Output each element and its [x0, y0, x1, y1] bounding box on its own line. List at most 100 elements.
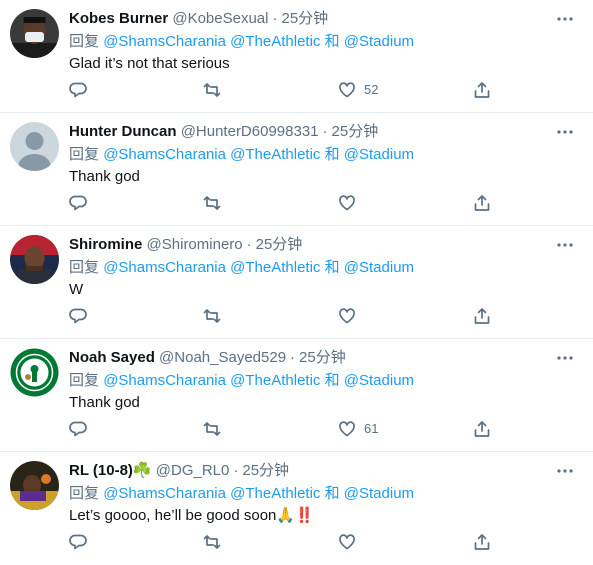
more-dots-icon [557, 130, 573, 134]
tweet-actions: 52 [69, 79, 509, 101]
share-icon [474, 421, 490, 437]
mention-link[interactable]: @Stadium [344, 259, 414, 276]
reply-conjunction: 和 [324, 259, 340, 276]
mention-link[interactable]: @Stadium [344, 146, 414, 163]
user-avatar[interactable] [10, 461, 59, 510]
mention-link[interactable]: @ShamsCharania [103, 33, 226, 50]
share-button[interactable] [473, 531, 491, 553]
share-icon [474, 195, 490, 211]
mention-link[interactable]: @TheAthletic [230, 372, 320, 389]
display-name[interactable]: Noah Sayed [69, 349, 155, 366]
mention-link[interactable]: @Stadium [344, 372, 414, 389]
user-avatar[interactable] [10, 235, 59, 284]
like-button[interactable] [338, 305, 356, 327]
tweet-time[interactable]: 25分钟 [281, 10, 328, 27]
more-options-button[interactable] [555, 348, 575, 368]
reply-icon [69, 308, 87, 324]
share-button[interactable] [473, 79, 491, 101]
user-handle[interactable]: @DG_RL0 [156, 462, 230, 479]
more-options-button[interactable] [555, 235, 575, 255]
reply-prefix: 回复 [69, 372, 100, 389]
share-button[interactable] [473, 305, 491, 327]
heart-icon [339, 534, 355, 550]
user-avatar[interactable] [10, 122, 59, 171]
user-handle[interactable]: @HunterD60998331 [181, 123, 319, 140]
retweet-button[interactable] [203, 192, 221, 214]
reply-prefix: 回复 [69, 259, 100, 276]
like-button[interactable] [338, 192, 356, 214]
retweet-button[interactable] [203, 531, 221, 553]
reply-prefix: 回复 [69, 33, 100, 50]
tweet-time[interactable]: 25分钟 [299, 349, 346, 366]
celtics-logo-avatar-icon [10, 348, 59, 397]
mention-link[interactable]: @Stadium [344, 33, 414, 50]
mention-link[interactable]: @Stadium [344, 485, 414, 502]
display-name[interactable]: Shiromine [69, 236, 142, 253]
reply-conjunction: 和 [324, 33, 340, 50]
mention-link[interactable]: @TheAthletic [230, 33, 320, 50]
tweet[interactable]: RL (10-8)☘️ @DG_RL0 · 25分钟 回复 @ShamsCharan… [0, 452, 593, 565]
mention-link[interactable]: @TheAthletic [230, 259, 320, 276]
tweet-actions [69, 305, 509, 327]
more-dots-icon [557, 356, 573, 360]
display-name[interactable]: RL (10-8) [69, 462, 133, 479]
tweet[interactable]: Kobes Burner @KobeSexual · 25分钟 回复 @ShamsC… [0, 0, 593, 113]
tweet-text: Glad it’s not that serious [69, 55, 230, 72]
tweet-time[interactable]: 25分钟 [332, 123, 379, 140]
more-dots-icon [557, 469, 573, 473]
like-button[interactable]: 52 [338, 79, 378, 101]
display-name[interactable]: Kobes Burner [69, 10, 168, 27]
reply-icon [69, 195, 87, 211]
retweet-button[interactable] [203, 79, 221, 101]
share-button[interactable] [473, 418, 491, 440]
reply-button[interactable] [69, 79, 87, 101]
like-button[interactable] [338, 531, 356, 553]
player-avatar-icon [10, 461, 59, 510]
more-dots-icon [557, 243, 573, 247]
reply-button[interactable] [69, 531, 87, 553]
tweet-time[interactable]: 25分钟 [242, 462, 289, 479]
mention-link[interactable]: @ShamsCharania [103, 146, 226, 163]
tweet[interactable]: Shiromine @Shirominero · 25分钟 回复 @ShamsCha… [0, 226, 593, 339]
heart-icon [339, 421, 355, 437]
retweet-icon [203, 535, 221, 549]
reply-button[interactable] [69, 192, 87, 214]
like-count: 52 [364, 82, 379, 97]
display-name[interactable]: Hunter Duncan [69, 123, 177, 140]
retweet-button[interactable] [203, 305, 221, 327]
heart-icon [339, 82, 355, 98]
more-options-button[interactable] [555, 122, 575, 142]
tweet-time[interactable]: 25分钟 [256, 236, 303, 253]
mention-link[interactable]: @ShamsCharania [103, 372, 226, 389]
tweet[interactable]: Hunter Duncan @HunterD60998331 · 25分钟 回复 @… [0, 113, 593, 226]
tweet-text: W [69, 281, 84, 298]
mention-link[interactable]: @ShamsCharania [103, 485, 226, 502]
like-button[interactable]: 61 [338, 418, 378, 440]
more-options-button[interactable] [555, 461, 575, 481]
replying-to: 回复 @ShamsCharania @TheAthletic 和 @Stadiu… [69, 371, 593, 391]
reply-conjunction: 和 [324, 372, 340, 389]
reply-button[interactable] [69, 418, 87, 440]
more-options-button[interactable] [555, 9, 575, 29]
user-avatar[interactable] [10, 9, 59, 58]
mention-link[interactable]: @TheAthletic [230, 485, 320, 502]
mention-link[interactable]: @TheAthletic [230, 146, 320, 163]
like-count: 61 [364, 421, 379, 436]
tweet-actions [69, 192, 509, 214]
tweet[interactable]: Noah Sayed @Noah_Sayed529 · 25分钟 回复 @Shams… [0, 339, 593, 452]
user-handle[interactable]: @Shirominero [147, 236, 243, 253]
user-handle[interactable]: @KobeSexual [172, 10, 268, 27]
heart-icon [339, 308, 355, 324]
reply-icon [69, 82, 87, 98]
reply-prefix: 回复 [69, 146, 100, 163]
mention-link[interactable]: @ShamsCharania [103, 259, 226, 276]
separator-dot: · [290, 349, 296, 366]
user-avatar[interactable] [10, 348, 59, 397]
share-button[interactable] [473, 192, 491, 214]
retweet-button[interactable] [203, 418, 221, 440]
replying-to: 回复 @ShamsCharania @TheAthletic 和 @Stadiu… [69, 145, 593, 165]
broadcaster-avatar-icon [10, 235, 59, 284]
user-handle[interactable]: @Noah_Sayed529 [159, 349, 286, 366]
reply-button[interactable] [69, 305, 87, 327]
share-icon [474, 534, 490, 550]
